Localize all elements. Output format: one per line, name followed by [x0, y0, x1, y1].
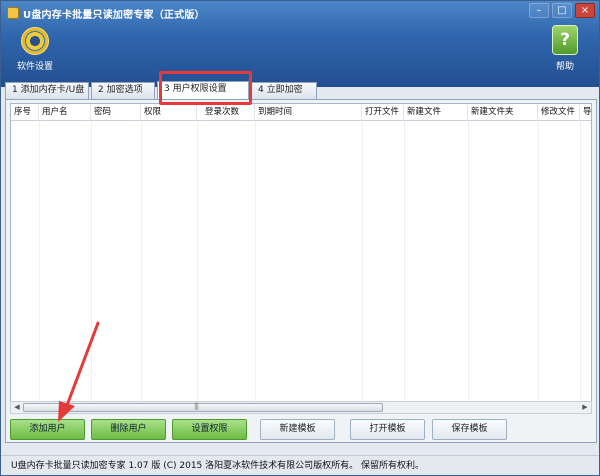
table-header: 序号 用户名 密码 权限 登录次数 到期时间 打开文件 新建文件 新建文件夹 修… [11, 104, 591, 121]
open-template-button[interactable]: 打开模板 [350, 419, 425, 440]
close-button[interactable]: × [575, 3, 595, 18]
grid-line [39, 121, 40, 401]
app-icon [7, 7, 19, 19]
tab-encrypt-options[interactable]: 2 加密选项 [91, 82, 155, 99]
col-more[interactable]: 导 [580, 104, 591, 121]
delete-user-button[interactable]: 删除用户 [91, 419, 166, 440]
question-icon: ? [552, 25, 578, 55]
status-bar: U盘内存卡批量只读加密专家 1.07 版 (C) 2015 洛阳夏冰软件技术有限… [1, 455, 599, 475]
grid-line [255, 121, 256, 401]
tab-add-card[interactable]: 1 添加内存卡/U盘 [5, 82, 89, 99]
col-username[interactable]: 用户名 [39, 104, 91, 121]
grid-line [468, 121, 469, 401]
scroll-thumb[interactable] [23, 402, 383, 412]
col-new-folder[interactable]: 新建文件夹 [468, 104, 538, 121]
col-modify-file[interactable]: 修改文件 [538, 104, 580, 121]
maximize-button[interactable]: □ [552, 3, 572, 18]
software-settings-label: 软件设置 [16, 62, 53, 72]
grid-line [141, 121, 142, 401]
scroll-right-icon[interactable]: ▶ [579, 402, 591, 413]
col-open-file[interactable]: 打开文件 [362, 104, 404, 121]
grid-line [404, 121, 405, 401]
grid-line [580, 121, 581, 401]
new-template-button[interactable]: 新建模板 [260, 419, 335, 440]
tab-highlight-box [159, 71, 252, 105]
help-button[interactable]: ? 帮助 [545, 25, 585, 72]
app-window: U盘内存卡批量只读加密专家（正式版） – □ × 软件设置 ? 帮助 1 添加内… [0, 0, 600, 476]
user-permissions-panel: 序号 用户名 密码 权限 登录次数 到期时间 打开文件 新建文件 新建文件夹 修… [5, 99, 597, 443]
grid-line [91, 121, 92, 401]
scroll-left-icon[interactable]: ◀ [11, 402, 23, 413]
help-label: 帮助 [555, 62, 574, 72]
window-title: U盘内存卡批量只读加密专家（正式版） [23, 10, 205, 21]
col-expire-time[interactable]: 到期时间 [255, 104, 362, 121]
software-settings-button[interactable]: 软件设置 [15, 27, 55, 72]
grid-line [538, 121, 539, 401]
col-login-count[interactable]: 登录次数 [197, 104, 255, 121]
user-table[interactable]: 序号 用户名 密码 权限 登录次数 到期时间 打开文件 新建文件 新建文件夹 修… [10, 103, 592, 402]
col-permission[interactable]: 权限 [141, 104, 197, 121]
tab-encrypt-now[interactable]: 4 立即加密 [251, 82, 317, 99]
title-bar: U盘内存卡批量只读加密专家（正式版） – □ × 软件设置 ? 帮助 [1, 1, 599, 87]
col-password[interactable]: 密码 [91, 104, 141, 121]
minimize-button[interactable]: – [529, 3, 549, 18]
gear-icon [21, 27, 49, 55]
col-new-file[interactable]: 新建文件 [404, 104, 468, 121]
horizontal-scrollbar[interactable]: ◀ ▶ [10, 401, 592, 414]
set-permission-button[interactable]: 设置权限 [172, 419, 247, 440]
grid-line [362, 121, 363, 401]
save-template-button[interactable]: 保存模板 [432, 419, 507, 440]
add-user-button[interactable]: 添加用户 [10, 419, 85, 440]
window-controls: – □ × [529, 3, 595, 18]
col-index[interactable]: 序号 [11, 104, 39, 121]
grid-line [197, 121, 198, 401]
